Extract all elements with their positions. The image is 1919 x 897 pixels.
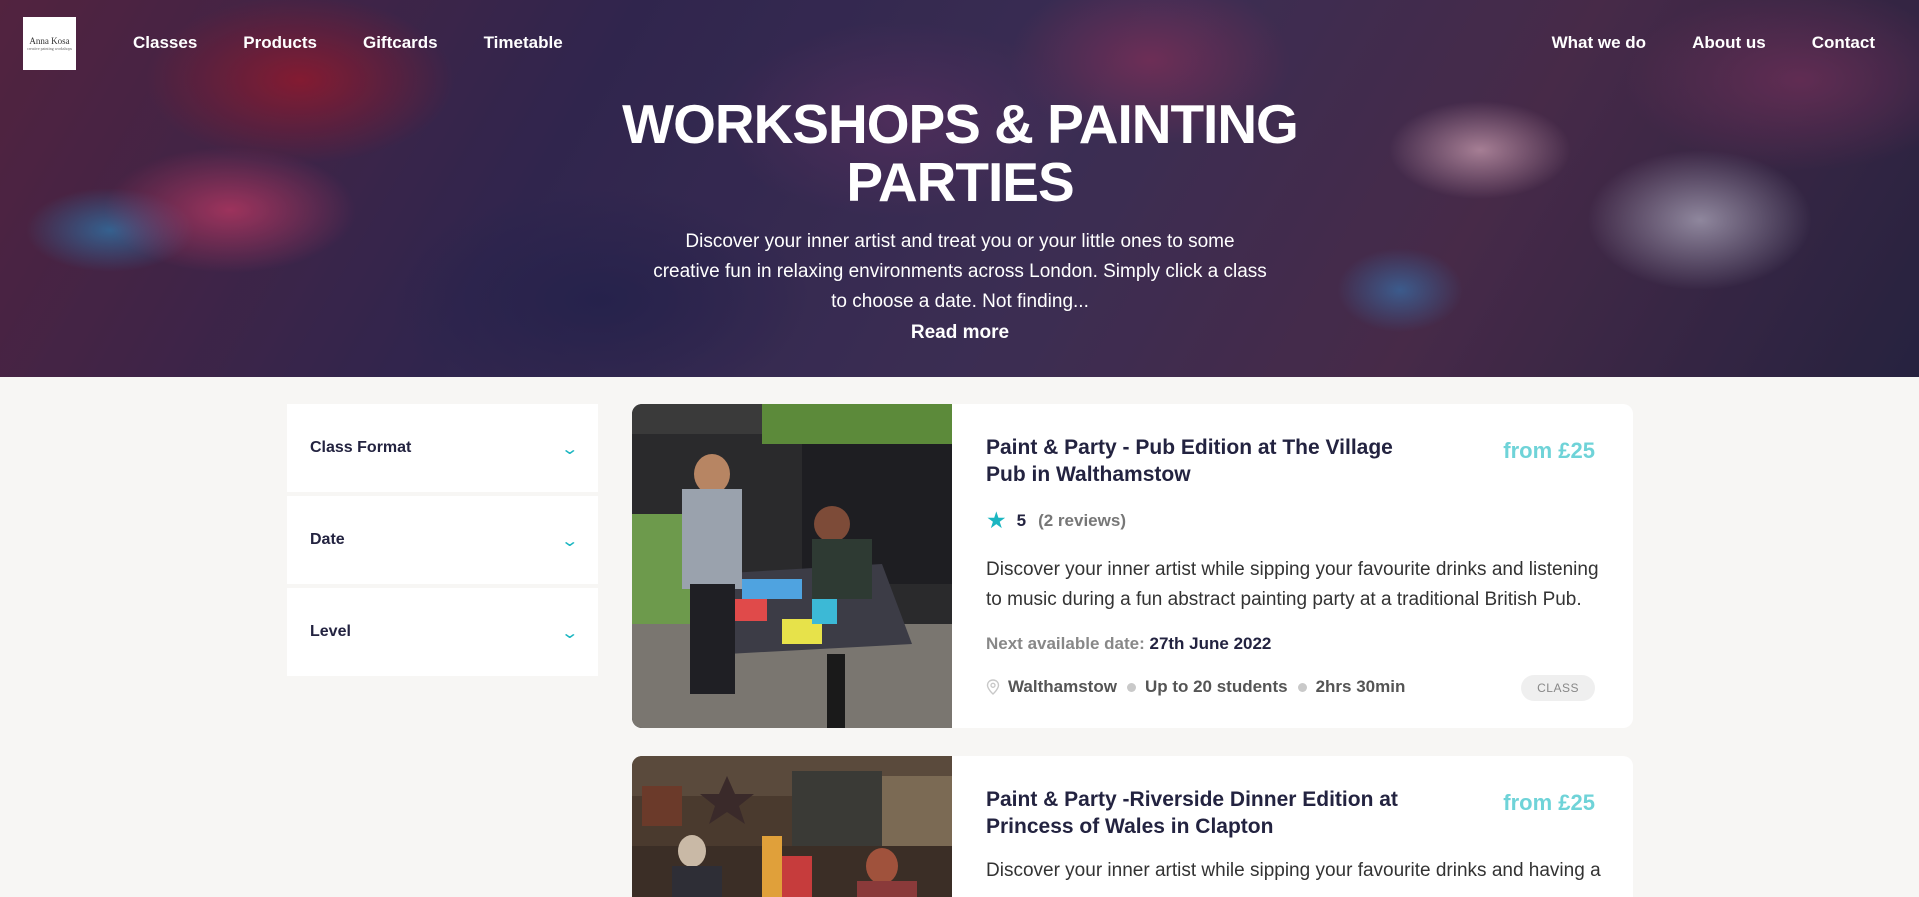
- page-title: WORKSHOPS & PAINTING PARTIES: [610, 95, 1310, 211]
- review-count: (2 reviews): [1038, 511, 1126, 530]
- hero-description: Discover your inner artist and treat you…: [653, 231, 1267, 312]
- filter-label: Level: [310, 623, 351, 640]
- next-date-value: 27th June 2022: [1149, 634, 1272, 653]
- chevron-down-icon: ⌄: [559, 622, 579, 642]
- nav-what-we-do[interactable]: What we do: [1552, 33, 1646, 53]
- page-title-line-2: PARTIES: [846, 151, 1074, 213]
- class-title[interactable]: Paint & Party - Pub Edition at The Villa…: [986, 434, 1406, 488]
- class-type-badge: CLASS: [1521, 675, 1595, 701]
- main-nav: Classes Products Giftcards Timetable: [133, 33, 609, 53]
- separator-dot: [1297, 682, 1307, 692]
- class-card[interactable]: Paint & Party - Pub Edition at The Villa…: [632, 404, 1633, 728]
- class-meta: Walthamstow Up to 20 students 2hrs 30min: [986, 677, 1405, 697]
- class-duration: 2hrs 30min: [1315, 677, 1406, 696]
- class-price: from £25: [1503, 438, 1595, 463]
- nav-timetable[interactable]: Timetable: [484, 33, 563, 53]
- site-logo[interactable]: Anna Kosa creative painting workshops: [23, 17, 76, 70]
- filter-class-format[interactable]: Class Format ⌄: [287, 404, 598, 492]
- class-description: Discover your inner artist while sipping…: [986, 559, 1599, 610]
- class-location: Walthamstow: [1008, 677, 1117, 696]
- next-date-label: Next available date:: [986, 634, 1145, 653]
- class-price: from £25: [1503, 790, 1595, 815]
- filter-label: Date: [310, 531, 345, 548]
- nav-products[interactable]: Products: [243, 33, 317, 53]
- class-capacity: Up to 20 students: [1144, 677, 1288, 696]
- class-description: Discover your inner artist while sipping…: [986, 860, 1601, 881]
- class-title[interactable]: Paint & Party -Riverside Dinner Edition …: [986, 786, 1406, 840]
- next-available-date: Next available date: 27th June 2022: [986, 634, 1271, 654]
- separator-dot: [1126, 682, 1136, 692]
- filter-level[interactable]: Level ⌄: [287, 588, 598, 676]
- rating-value: 5: [1016, 511, 1027, 530]
- location-pin-icon: [986, 679, 1000, 695]
- nav-giftcards[interactable]: Giftcards: [363, 33, 438, 53]
- filter-date[interactable]: Date ⌄: [287, 496, 598, 584]
- secondary-nav: What we do About us Contact: [1506, 33, 1875, 53]
- class-photo: [632, 404, 952, 728]
- page-title-line-1: WORKSHOPS & PAINTING: [622, 93, 1299, 155]
- star-icon: ★: [986, 508, 1007, 534]
- class-card[interactable]: Paint & Party -Riverside Dinner Edition …: [632, 756, 1633, 897]
- nav-contact[interactable]: Contact: [1812, 33, 1875, 53]
- filter-label: Class Format: [310, 439, 412, 456]
- class-rating: ★ 5 (2 reviews): [986, 508, 1126, 534]
- nav-about-us[interactable]: About us: [1692, 33, 1766, 53]
- logo-tagline: creative painting workshops: [26, 46, 73, 51]
- class-photo: [632, 756, 952, 897]
- read-more-link[interactable]: Read more: [860, 322, 1060, 344]
- chevron-down-icon: ⌄: [559, 438, 579, 458]
- chevron-down-icon: ⌄: [559, 530, 579, 550]
- logo-text: Anna Kosa: [29, 36, 70, 46]
- nav-classes[interactable]: Classes: [133, 33, 197, 53]
